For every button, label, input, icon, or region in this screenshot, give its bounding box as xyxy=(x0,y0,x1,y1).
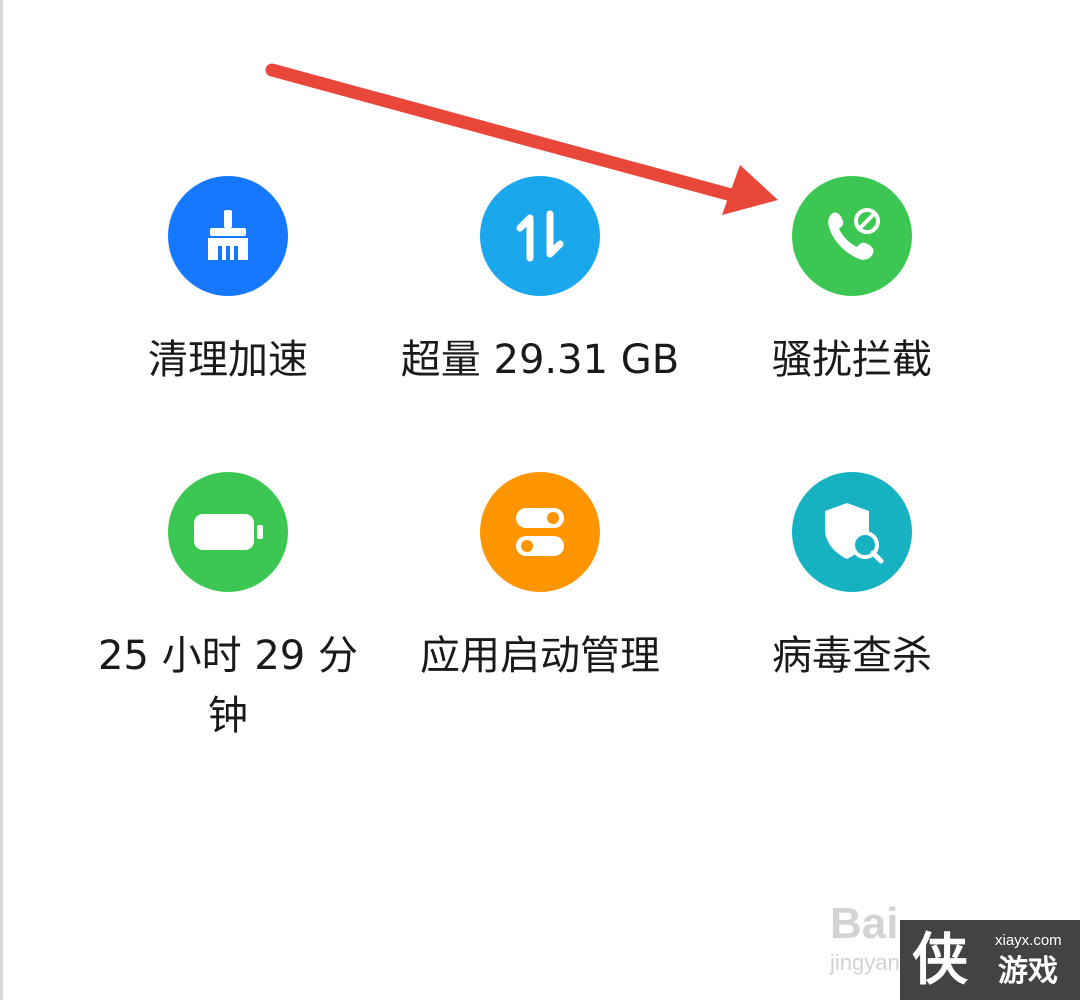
site-logo: 侠 xyxy=(912,927,968,993)
site-url: xiayx.com xyxy=(995,932,1062,949)
tile-battery-time[interactable]: 25 小时 29 分钟 xyxy=(68,472,388,746)
tile-cleanup-speedup[interactable]: 清理加速 xyxy=(68,176,388,390)
tile-data-usage[interactable]: 超量 29.31 GB xyxy=(380,176,700,390)
tile-label: 应用启动管理 xyxy=(420,633,660,679)
battery-time-text: 25 小时 29 分钟 xyxy=(98,633,358,739)
toggle-switches-icon xyxy=(480,472,600,592)
call-block-icon xyxy=(792,176,912,296)
battery-icon xyxy=(168,472,288,592)
tile-label: 超量 29.31 GB xyxy=(400,337,680,383)
tile-virus-scan[interactable]: 病毒查杀 xyxy=(692,472,1012,686)
data-transfer-icon xyxy=(480,176,600,296)
tile-label: 清理加速 xyxy=(148,337,308,383)
tile-harassment-block[interactable]: 骚扰拦截 xyxy=(692,176,1012,390)
tile-label: 病毒查杀 xyxy=(772,633,932,679)
tile-label: 25 小时 29 分钟 xyxy=(68,626,388,746)
tile-label: 骚扰拦截 xyxy=(772,337,932,383)
site-name: 游戏 xyxy=(998,954,1058,989)
site-watermark: 侠 xiayx.com 游戏 xyxy=(900,920,1080,1000)
left-edge-divider xyxy=(0,0,3,1000)
baidu-jingyan-watermark: Bai jingyan xyxy=(830,899,900,976)
broom-icon xyxy=(168,176,288,296)
shield-search-icon xyxy=(792,472,912,592)
tile-app-launch-management[interactable]: 应用启动管理 xyxy=(380,472,700,686)
